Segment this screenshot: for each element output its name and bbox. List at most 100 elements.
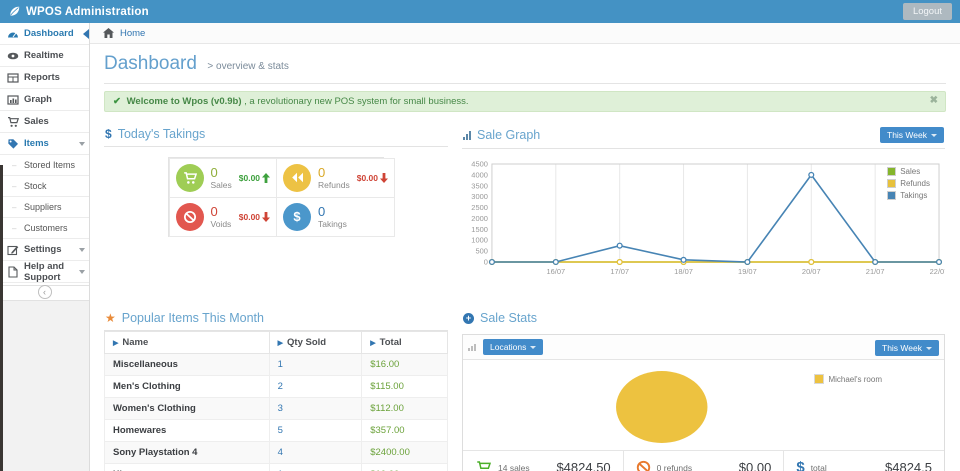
- popular-items-panel: ★ Popular Items This Month ▶Name▶Qty Sol…: [104, 308, 448, 471]
- legend-swatch: [887, 167, 896, 176]
- tile-label: Refunds: [318, 180, 350, 190]
- sales-stat: 14 sales $4824.50: [463, 451, 623, 471]
- welcome-alert: ✔ Welcome to Wpos (v0.9b) , a revolution…: [104, 91, 946, 112]
- refunds-stat: 0 refunds $0.00: [623, 451, 784, 471]
- sidebar-item-reports[interactable]: Reports: [0, 67, 89, 89]
- chevron-down-icon: [79, 270, 85, 274]
- breadcrumb-home[interactable]: Home: [120, 28, 145, 39]
- eye-icon: [7, 50, 19, 62]
- alert-strong-text: Welcome to Wpos (v0.9b): [127, 96, 242, 107]
- page-title: Dashboard: [104, 53, 197, 74]
- popular-items-header: ★ Popular Items This Month: [104, 308, 448, 331]
- sidebar-item-realtime[interactable]: Realtime: [0, 45, 89, 67]
- bar-chart-icon: [7, 94, 19, 106]
- table-row[interactable]: Women's Clothing3$112.00: [105, 398, 448, 420]
- sale-graph-period-button[interactable]: This Week: [880, 127, 944, 143]
- tile-label: Takings: [318, 219, 347, 229]
- table-row[interactable]: Sony Playstation 44$2400.00: [105, 442, 448, 464]
- svg-text:21/07: 21/07: [866, 267, 885, 276]
- svg-text:17/07: 17/07: [610, 267, 629, 276]
- tile-amount: $0.00: [239, 173, 270, 183]
- takings-tile-takings: $0Takings: [276, 197, 395, 237]
- svg-text:4000: 4000: [471, 170, 488, 179]
- tile-amount: $0.00: [239, 212, 270, 222]
- sidebar-item-stored-items[interactable]: Stored Items: [0, 155, 89, 176]
- dollar-icon: $: [796, 459, 804, 471]
- svg-text:18/07: 18/07: [674, 267, 693, 276]
- sidebar-item-suppliers[interactable]: Suppliers: [0, 197, 89, 218]
- sidebar-item-items[interactable]: Items: [0, 133, 89, 155]
- svg-text:4500: 4500: [471, 159, 488, 168]
- svg-text:2000: 2000: [471, 214, 488, 223]
- sidebar-dark-rail: [0, 165, 3, 471]
- pie-chart-legend: Michael's room: [814, 374, 882, 384]
- arrow-up-icon: [262, 173, 270, 183]
- app-title: WPOS Administration: [26, 6, 149, 18]
- app-brand: WPOS Administration: [8, 5, 149, 18]
- check-icon: ✔: [113, 96, 121, 107]
- plus-circle-icon: +: [463, 313, 474, 324]
- legend-swatch: [887, 179, 896, 188]
- line-chart: 05001000150020002500300035004000450016/0…: [462, 157, 945, 284]
- tile-label: Sales: [211, 180, 232, 190]
- sidebar-collapse-button[interactable]: ‹: [38, 285, 52, 299]
- tile-count: 0: [211, 204, 232, 219]
- table-row[interactable]: Men's Clothing2$115.00: [105, 376, 448, 398]
- tile-amount: $0.00: [357, 173, 388, 183]
- total-stat: $ total $4824.5: [783, 451, 944, 471]
- sale-stats-panel: + Sale Stats Locations This Week: [462, 308, 945, 471]
- arrow-down-icon: [380, 173, 388, 183]
- line-chart-svg: 05001000150020002500300035004000450016/0…: [462, 157, 945, 279]
- caret-down-icon: [926, 347, 932, 350]
- svg-text:16/07: 16/07: [546, 267, 565, 276]
- table-row[interactable]: Homewares5$357.00: [105, 420, 448, 442]
- takings-tile-sales: 0Sales$0.00: [169, 158, 278, 198]
- tile-label: Voids: [211, 219, 232, 229]
- sale-stats-header: + Sale Stats: [462, 308, 945, 327]
- legend-swatch: [814, 374, 824, 384]
- table-row[interactable]: Xbox1$10.00: [105, 464, 448, 471]
- takings-tiles: 0Sales$0.000Refunds$0.000Voids$0.00$0Tak…: [168, 157, 384, 237]
- star-icon: ★: [105, 311, 116, 325]
- edit-icon: [7, 244, 19, 256]
- pie-chart: Michael's room: [463, 360, 944, 450]
- sale-stats-card: Locations This Week: [462, 334, 945, 471]
- close-icon[interactable]: ✖: [930, 95, 938, 106]
- sale-stats-period-button[interactable]: This Week: [875, 340, 939, 356]
- takings-tile-voids: 0Voids $0.00: [169, 197, 278, 237]
- cart-icon: [475, 460, 492, 471]
- column-header[interactable]: ▶Total: [362, 332, 448, 354]
- caret-down-icon: [530, 346, 536, 349]
- sales-icon: [176, 164, 204, 192]
- sidebar-item-sales[interactable]: Sales: [0, 111, 89, 133]
- top-header-bar: WPOS Administration Logout: [0, 0, 960, 23]
- sidebar-item-dashboard[interactable]: Dashboard: [0, 23, 89, 45]
- column-header[interactable]: ▶Qty Sold: [269, 332, 362, 354]
- pie-slice: [616, 371, 707, 443]
- home-icon[interactable]: [103, 28, 114, 38]
- sidebar-item-settings[interactable]: Settings: [0, 239, 89, 261]
- takings-tile-refunds: 0Refunds$0.00: [276, 158, 395, 198]
- sort-icon: ▶: [370, 340, 375, 347]
- table-row[interactable]: Miscellaneous1$16.00: [105, 354, 448, 376]
- svg-text:500: 500: [475, 247, 487, 256]
- chevron-down-icon: [79, 142, 85, 146]
- todays-takings-header: $ Today's Takings: [104, 124, 448, 147]
- sort-icon: ▶: [278, 340, 283, 347]
- sidebar-item-help-support[interactable]: Help and Support: [0, 261, 89, 283]
- file-icon: [7, 266, 19, 278]
- logout-button[interactable]: Logout: [903, 3, 952, 20]
- takings-icon: $: [283, 203, 311, 231]
- legend-item: Refunds: [887, 179, 930, 188]
- svg-text:3500: 3500: [471, 181, 488, 190]
- popular-items-table: ▶Name▶Qty Sold▶Total Miscellaneous1$16.0…: [104, 331, 448, 471]
- caret-down-icon: [931, 134, 937, 137]
- sale-stats-toolbar: Locations This Week: [463, 335, 944, 360]
- sidebar-item-customers[interactable]: Customers: [0, 218, 89, 239]
- sidebar-item-graph[interactable]: Graph: [0, 89, 89, 111]
- locations-button[interactable]: Locations: [483, 339, 543, 355]
- sidebar-item-stock[interactable]: Stock: [0, 176, 89, 197]
- column-header[interactable]: ▶Name: [105, 332, 270, 354]
- svg-text:0: 0: [484, 257, 488, 266]
- sidebar: Dashboard Realtime Reports Graph: [0, 23, 90, 471]
